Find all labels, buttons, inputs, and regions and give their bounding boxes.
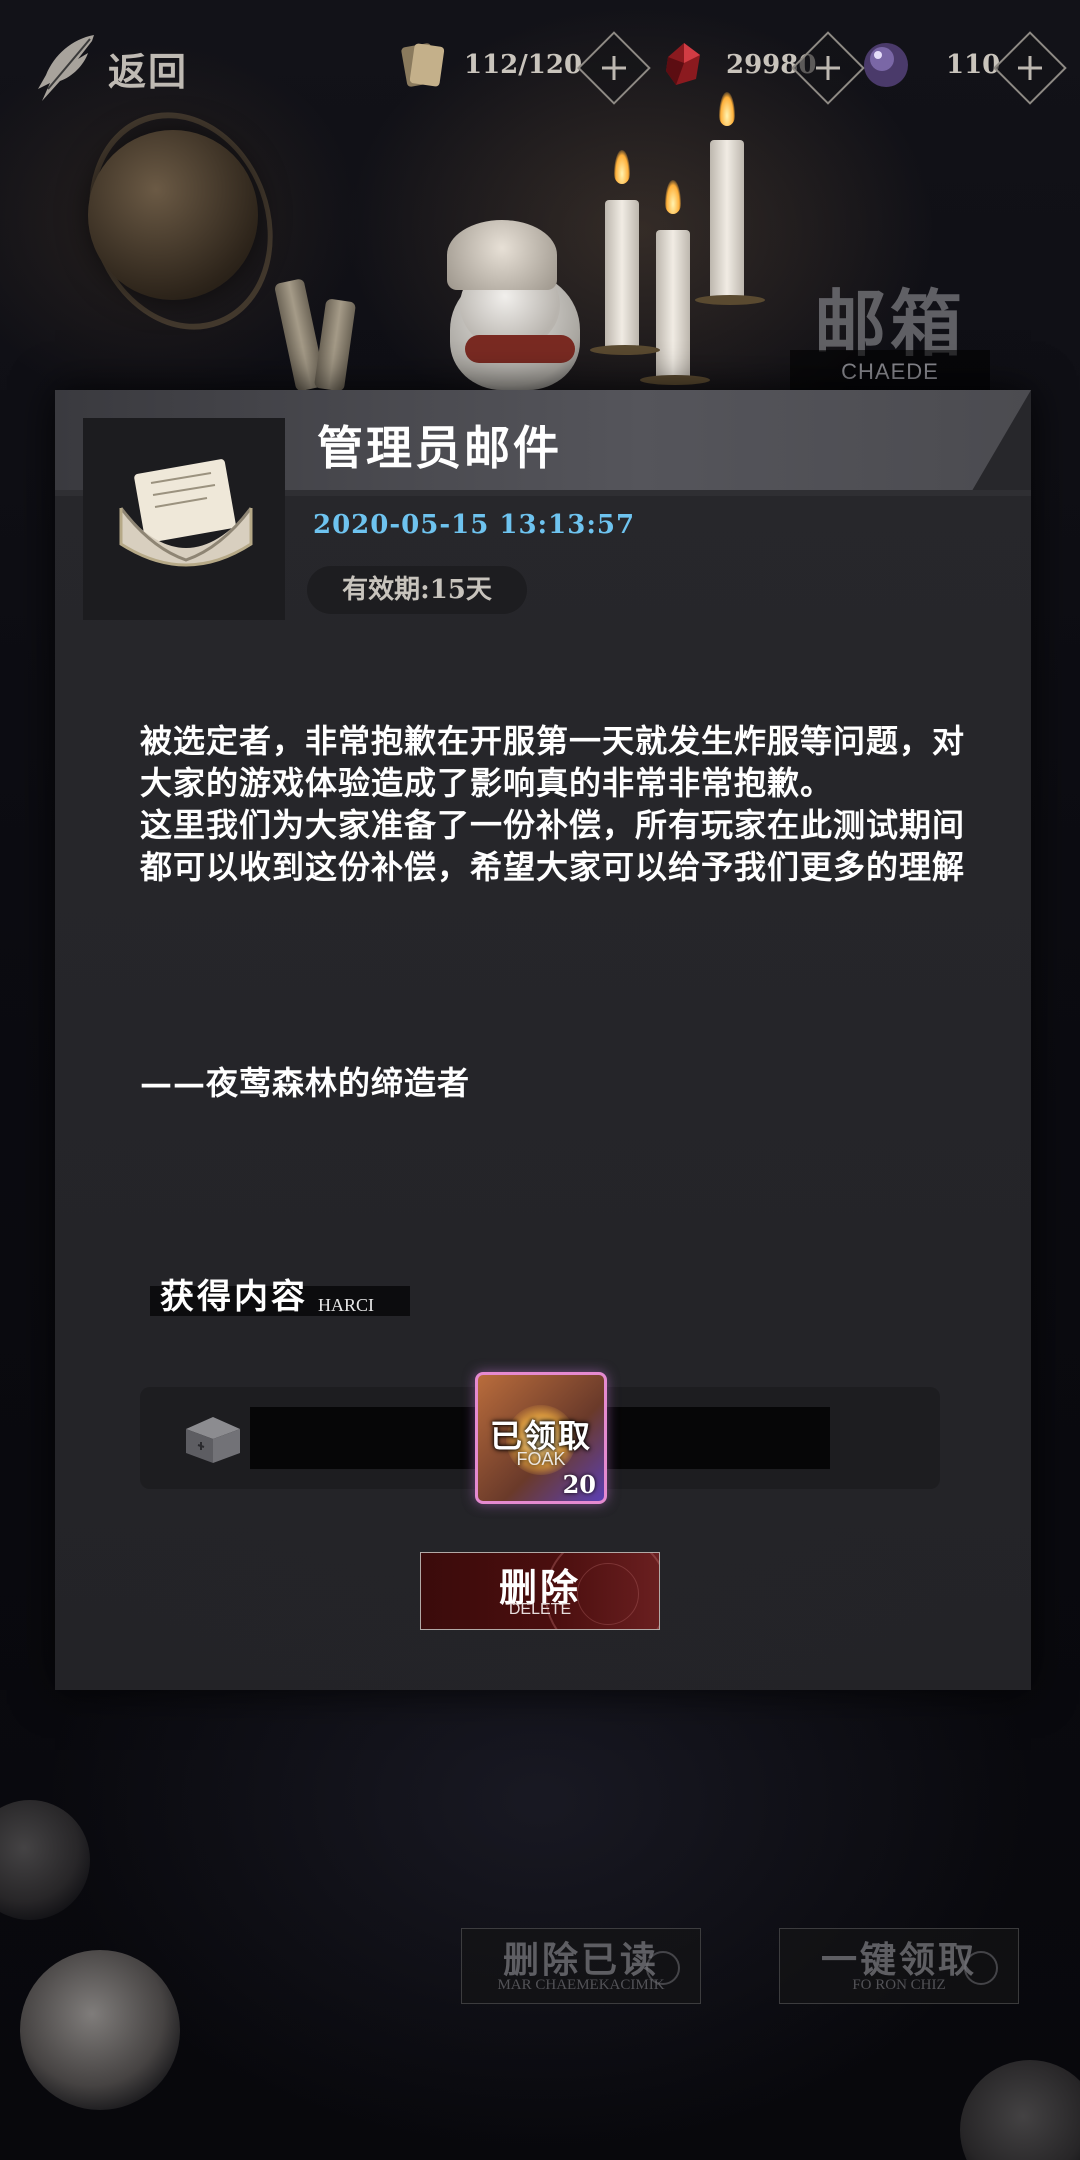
mail-body-paragraph: 被选定者，非常抱歉在开服第一天就发生炸服等问题，对大家的游戏体验造成了影响真的非…	[140, 722, 966, 802]
claim-all-button[interactable]: 一键领取 FO RON CHIZ	[779, 1928, 1019, 2004]
top-bar: 返回 112/120 29980 110	[0, 0, 1080, 130]
rewards-heading: 获得内容 HARCI	[150, 1277, 410, 1318]
candle-holder-decoration	[695, 295, 765, 305]
flame-decoration	[614, 150, 630, 184]
rewards-heading-en: HARCI	[318, 1295, 375, 1315]
delete-read-button[interactable]: 删除已读 MAR CHAEMEKACIMIK	[461, 1928, 701, 2004]
resource-cards: 112/120	[392, 30, 582, 100]
rose-decoration	[20, 1950, 180, 2110]
chest-icon	[186, 1417, 240, 1463]
crystal-orb-icon	[864, 43, 908, 87]
reward-item[interactable]: 已领取 FOAK 20	[475, 1372, 607, 1504]
resource-rubies: 29980	[654, 30, 816, 100]
rose-decoration	[0, 1800, 90, 1920]
page-title: 邮箱 CHAEDE	[790, 270, 990, 394]
candle-holder-decoration	[590, 345, 660, 355]
page-title-en: CHAEDE	[790, 350, 990, 394]
candle-decoration	[605, 200, 639, 350]
candle-decoration	[710, 140, 744, 300]
flame-decoration	[665, 180, 681, 214]
candle-holder-decoration	[640, 375, 710, 385]
resource-orbs-value: 110	[946, 50, 1001, 80]
mail-body: 被选定者，非常抱歉在开服第一天就发生炸服等问题，对大家的游戏体验造成了影响真的非…	[140, 720, 970, 888]
resource-cards-value: 112/120	[464, 50, 583, 80]
mail-body-paragraph: 这里我们为大家准备了一份补偿，所有玩家在此测试期间都可以收到这份补偿，希望大家可…	[140, 806, 966, 886]
scroll-decoration	[313, 298, 357, 392]
mail-date: 2020-05-15 13:13:57	[313, 510, 636, 540]
resource-orbs: 110	[856, 30, 1000, 100]
delete-button-label-en: DELETE	[508, 1601, 572, 1618]
open-envelope-icon	[119, 459, 253, 567]
snowman-hat-decoration	[447, 220, 557, 290]
back-label: 返回	[108, 48, 189, 94]
delete-button[interactable]: 删除 DELETE	[420, 1552, 660, 1630]
candle-decoration	[656, 230, 690, 380]
feather-back-icon	[38, 35, 94, 101]
mail-icon-frame	[83, 418, 285, 620]
reward-claimed-label-en: FOAK	[516, 1449, 566, 1469]
mail-detail-dialog: 管理员邮件 2020-05-15 13:13:57 有效期:15天 被选定者，非…	[55, 390, 1031, 1690]
cards-icon	[401, 43, 445, 87]
ruby-gem-icon	[666, 43, 700, 85]
rewards-heading-zh: 获得内容	[160, 1277, 308, 1317]
rose-decoration	[960, 2060, 1080, 2160]
add-cards-button[interactable]	[577, 31, 651, 105]
circle-icon	[646, 1951, 680, 1985]
mail-signature: ——夜莺森林的缔造者	[140, 1064, 471, 1102]
circle-icon	[964, 1951, 998, 1985]
reward-quantity: 20	[562, 1470, 596, 1499]
back-button[interactable]: 返回	[32, 28, 188, 108]
mail-title: 管理员邮件	[317, 421, 562, 475]
globe-decoration	[88, 130, 258, 300]
scarf-decoration	[465, 335, 575, 363]
add-orbs-button[interactable]	[993, 31, 1067, 105]
mail-validity-badge: 有效期:15天	[307, 566, 527, 614]
